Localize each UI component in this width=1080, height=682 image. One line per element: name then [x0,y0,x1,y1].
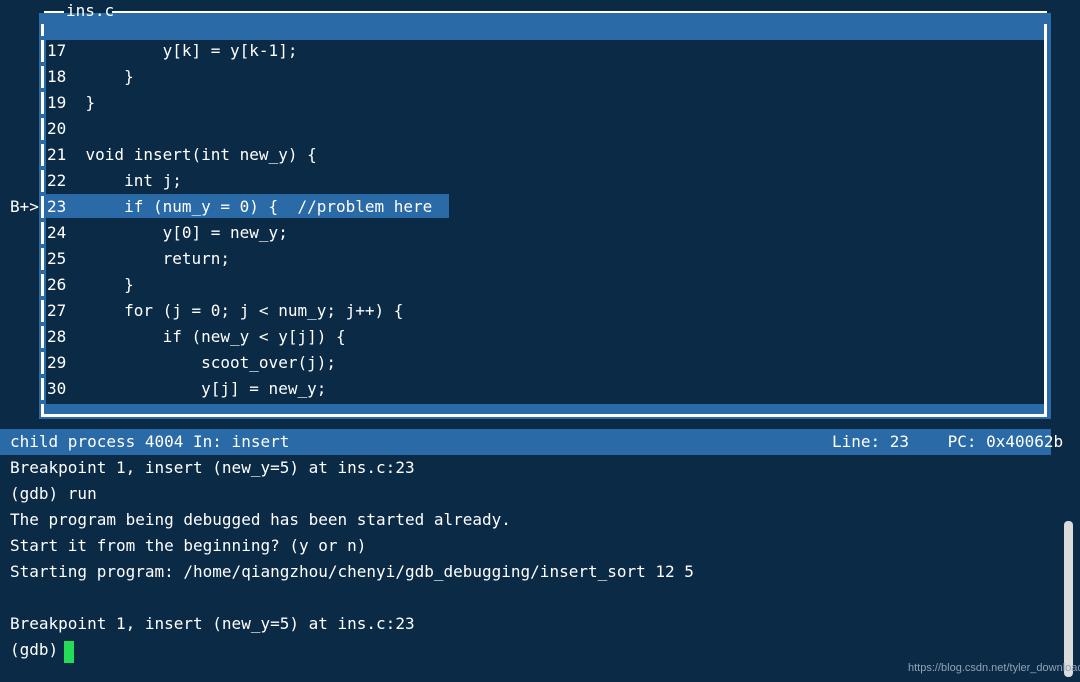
line-gutter [41,222,44,244]
line-number: 20 [47,119,67,138]
code-text: y[j] = new_y; [47,379,327,398]
source-line[interactable]: 17 y[k] = y[k-1]; [0,38,297,64]
line-gutter [41,300,44,322]
code-text: y[k] = y[k-1]; [47,41,298,60]
code-text: } [47,275,134,294]
corner-bottom-right [1044,404,1047,417]
code-text: y[0] = new_y; [47,223,288,242]
line-gutter [41,170,44,192]
status-line-pc: Line: 23 PC: 0x40062b [832,432,1064,451]
line-gutter [41,196,44,218]
status-bar: child process 4004 In: insert Line: 23 P… [0,429,1063,455]
console-line: Breakpoint 1, insert (new_y=5) at ins.c:… [10,458,415,477]
scrollbar[interactable] [1064,521,1073,677]
source-line[interactable]: 26 } [0,272,134,298]
code-text: int j; [47,171,182,190]
text-cursor [64,641,74,663]
source-line[interactable]: 25 return; [0,246,230,272]
line-gutter [41,326,44,348]
corner-bottom-left [41,404,44,417]
corner-right [1044,24,1047,36]
gdb-prompt[interactable]: (gdb) [10,637,68,663]
breakpoint-marker[interactable]: B+> [10,194,39,220]
code-text: for (j = 0; j < num_y; j++) { [47,301,404,320]
source-line[interactable]: 20 [0,116,66,142]
console-line: The program being debugged has been star… [10,510,511,529]
line-gutter [41,352,44,374]
source-line[interactable]: 27 for (j = 0; j < num_y; j++) { [0,298,403,324]
code-text: scoot_over(j); [47,353,336,372]
line-gutter [41,144,44,166]
console-line: Start it from the beginning? (y or n) [10,536,367,555]
line-gutter [41,274,44,296]
line-gutter [41,66,44,88]
source-line[interactable]: 18 } [0,64,134,90]
source-window-bottom-border [41,414,1047,417]
source-line-current[interactable]: B+> 23 if (num_y = 0) { //problem here [0,194,460,220]
code-text: } [47,67,134,86]
source-line[interactable]: 29 scoot_over(j); [0,350,336,376]
code-text: if (num_y = 0) { //problem here [47,197,433,216]
status-process-info: child process 4004 In: insert [10,432,290,451]
source-line[interactable]: 19 } [0,90,95,116]
title-rule-right [112,11,1047,13]
gdb-terminal[interactable]: ins.c 17 y[k] = y[k-1]; 18 } 19 } 20 21 … [0,0,1080,682]
source-line[interactable]: 30 y[j] = new_y; [0,376,326,402]
source-window-title: ins.c [66,1,115,20]
watermark: https://blog.csdn.net/tyler_download [908,662,1080,674]
line-gutter [41,118,44,140]
console-line: Breakpoint 1, insert (new_y=5) at ins.c:… [10,614,415,633]
source-line[interactable]: 24 y[0] = new_y; [0,220,288,246]
line-gutter [41,248,44,270]
code-text: if (new_y < y[j]) { [47,327,346,346]
line-gutter [41,92,44,114]
line-gutter [41,40,44,62]
title-rule-left [44,11,64,13]
line-gutter [41,378,44,400]
code-text: } [47,93,96,112]
source-window-right-border [1044,36,1047,416]
source-line[interactable]: 22 int j; [0,168,182,194]
source-line[interactable]: 21 void insert(int new_y) { [0,142,317,168]
console-line: Starting program: /home/qiangzhou/chenyi… [10,562,694,581]
corner-left [41,24,44,36]
source-line[interactable]: 28 if (new_y < y[j]) { [0,324,346,350]
code-text: void insert(int new_y) { [47,145,317,164]
console-line: (gdb) run [10,484,97,503]
code-text: return; [47,249,231,268]
